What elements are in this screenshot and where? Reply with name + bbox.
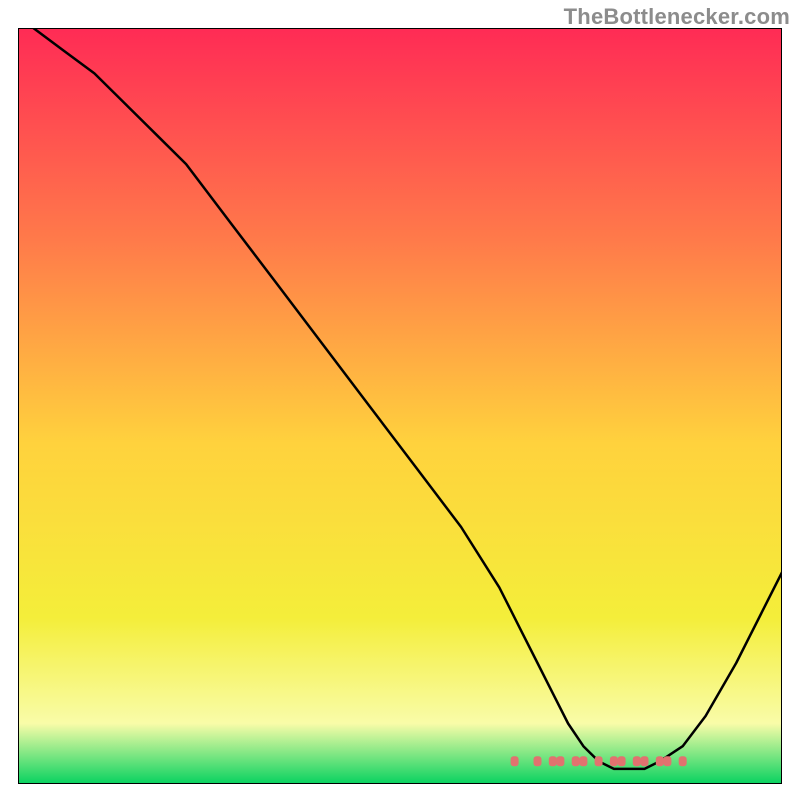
- dot: [656, 756, 664, 766]
- dot: [633, 756, 641, 766]
- dot: [511, 756, 519, 766]
- gradient-bg: [18, 28, 782, 784]
- plot-area: [18, 28, 782, 784]
- dot: [595, 756, 603, 766]
- chart-container: TheBottlenecker.com: [0, 0, 800, 800]
- dot: [534, 756, 542, 766]
- dot: [556, 756, 564, 766]
- dot: [663, 756, 671, 766]
- plot-svg: [18, 28, 782, 784]
- dot: [679, 756, 687, 766]
- bottom-dots: [511, 756, 687, 766]
- dot: [610, 756, 618, 766]
- dot: [618, 756, 626, 766]
- dot: [579, 756, 587, 766]
- dot: [549, 756, 557, 766]
- dot: [572, 756, 580, 766]
- dot: [641, 756, 649, 766]
- attribution-text: TheBottlenecker.com: [564, 4, 790, 30]
